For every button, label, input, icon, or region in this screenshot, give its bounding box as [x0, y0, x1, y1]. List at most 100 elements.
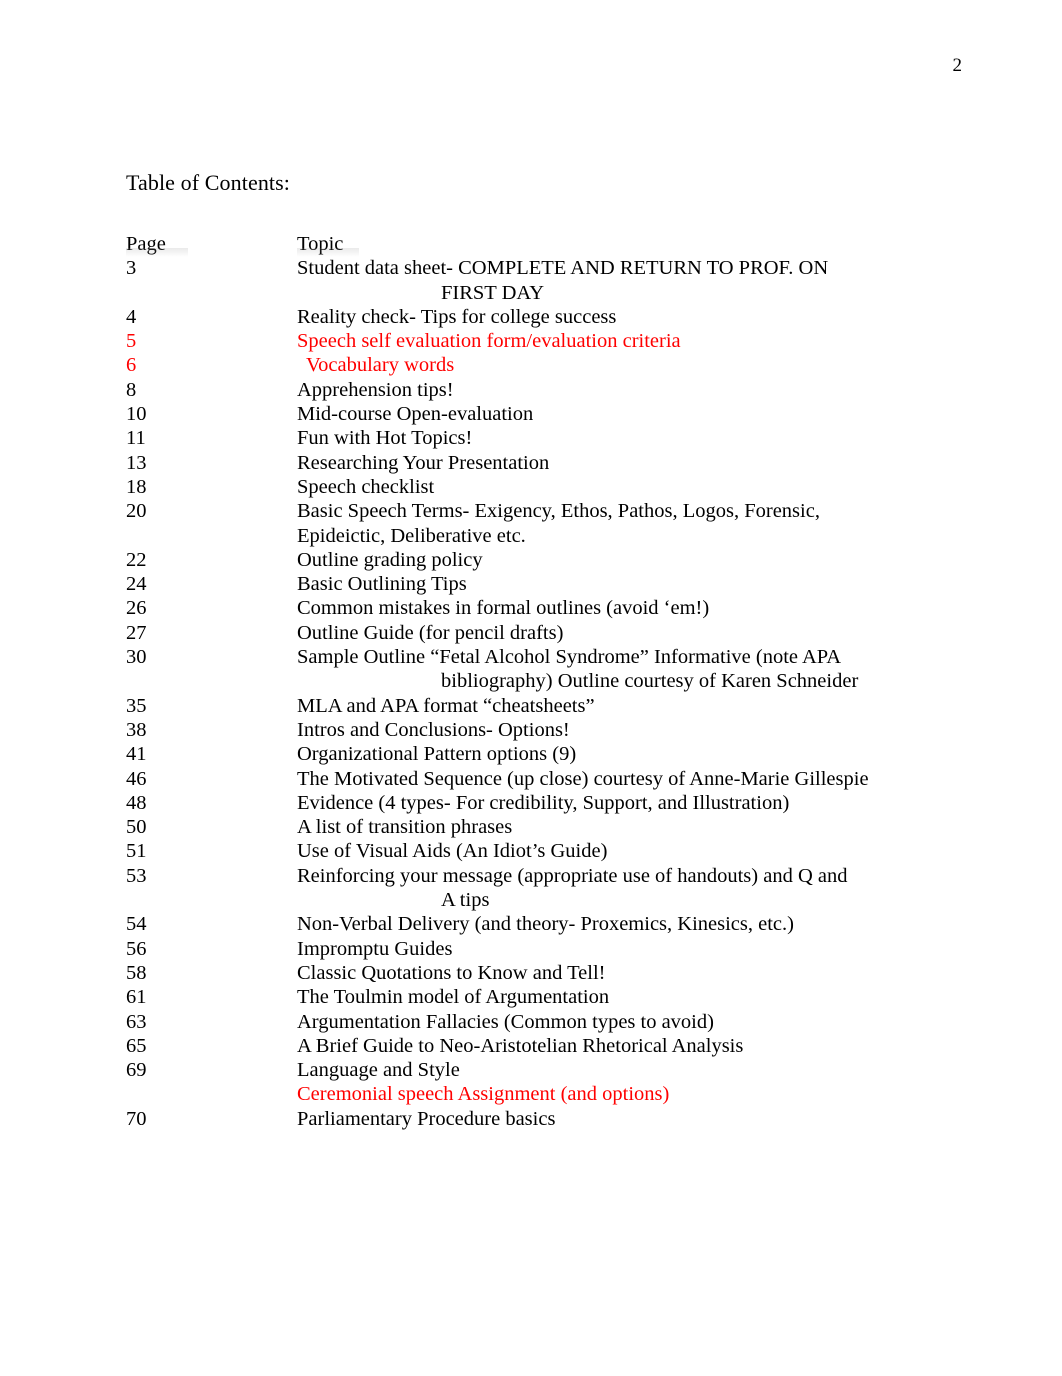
- toc-row: 20 Basic Speech Terms- Exigency, Ethos, P…: [126, 499, 986, 523]
- toc-row: 8 Apprehension tips!: [126, 378, 986, 402]
- toc-row: 13 Researching Your Presentation: [126, 451, 986, 475]
- toc-page-number: 54: [126, 913, 147, 936]
- toc-page-number-spacer: [126, 669, 297, 693]
- toc-row: 65 A Brief Guide to Neo-Aristotelian Rhet…: [126, 1034, 986, 1058]
- toc-row: 30 Sample Outline “Fetal Alcohol Syndrome…: [126, 645, 986, 669]
- toc-page-number: 22: [126, 548, 147, 571]
- toc-topic-continuation: A tips: [441, 889, 490, 912]
- toc-page-number-spacer: [126, 281, 297, 305]
- toc-topic: Common mistakes in formal outlines (avoi…: [297, 597, 710, 620]
- toc-row: 35 MLA and APA format “cheatsheets”: [126, 694, 986, 718]
- toc-page-number: 3: [126, 257, 137, 280]
- page-title: Table of Contents:: [126, 170, 291, 195]
- toc-topic: Apprehension tips!: [297, 378, 454, 401]
- document-page: 2 Table of Contents: Page Topic 3 Student…: [0, 0, 1062, 1376]
- toc-row: 54 Non-Verbal Delivery (and theory- Proxe…: [126, 912, 986, 936]
- toc-row: 53 Reinforcing your message (appropriate …: [126, 864, 986, 888]
- toc-row-continuation: Epideictic, Deliberative etc.: [126, 524, 986, 548]
- toc-page-number: 24: [126, 573, 147, 596]
- toc-page-number: 63: [126, 1010, 147, 1033]
- toc-page-number: 30: [126, 646, 147, 669]
- toc-page-number: 5: [126, 330, 137, 353]
- toc-topic: Reality check- Tips for college success: [297, 305, 617, 328]
- toc-row-continuation: A tips: [126, 888, 986, 912]
- toc-page-number: 70: [126, 1107, 147, 1130]
- toc-page-number: 41: [126, 743, 147, 766]
- toc-row: 48 Evidence (4 types- For credibility, Su…: [126, 791, 986, 815]
- toc-page-number: 11: [126, 427, 146, 450]
- toc-topic: Evidence (4 types- For credibility, Supp…: [297, 791, 790, 814]
- toc-topic: Mid-course Open-evaluation: [297, 403, 534, 426]
- toc-column-headers: Page Topic: [126, 232, 986, 258]
- toc-page-number: 48: [126, 791, 147, 814]
- toc-page-number: 38: [126, 718, 147, 741]
- toc-row: 22 Outline grading policy: [126, 548, 986, 572]
- toc-topic-continuation: bibliography) Outline courtesy of Karen …: [441, 670, 859, 693]
- toc-topic: A Brief Guide to Neo-Aristotelian Rhetor…: [297, 1034, 744, 1057]
- toc-row: 38 Intros and Conclusions- Options!: [126, 718, 986, 742]
- toc-page-number: 4: [126, 305, 137, 328]
- toc-page-number: 56: [126, 937, 147, 960]
- toc-row: 41 Organizational Pattern options (9): [126, 742, 986, 766]
- toc-page-number: 13: [126, 451, 147, 474]
- toc-topic: The Motivated Sequence (up close) courte…: [297, 767, 869, 790]
- toc-row: 6 Vocabulary words: [126, 353, 986, 377]
- toc-page-number-spacer: [126, 888, 297, 912]
- toc-page-number: 27: [126, 621, 147, 644]
- toc-topic: Student data sheet- COMPLETE AND RETURN …: [297, 257, 829, 280]
- toc-page-number: 65: [126, 1034, 147, 1057]
- toc-topic: Non-Verbal Delivery (and theory- Proxemi…: [297, 913, 794, 936]
- toc-topic: Ceremonial speech Assignment (and option…: [297, 1083, 670, 1106]
- toc-header-topic: Topic: [297, 232, 986, 258]
- toc-page-number: 50: [126, 816, 147, 839]
- toc-row: 5 Speech self evaluation form/evaluation …: [126, 329, 986, 353]
- toc-topic: Parliamentary Procedure basics: [297, 1107, 556, 1130]
- toc-row-continuation: bibliography) Outline courtesy of Karen …: [126, 669, 986, 693]
- toc-row: 10 Mid-course Open-evaluation: [126, 402, 986, 426]
- toc-header-page: Page: [126, 232, 297, 258]
- toc-page-number: 6: [126, 354, 137, 377]
- toc-topic: Intros and Conclusions- Options!: [297, 718, 570, 741]
- page-content: Table of Contents: Page Topic 3 Student d…: [126, 170, 986, 1131]
- toc-page-number: 53: [126, 864, 147, 887]
- toc-topic: Argumentation Fallacies (Common types to…: [297, 1010, 714, 1033]
- toc-topic: Researching Your Presentation: [297, 451, 550, 474]
- toc-row: 3 Student data sheet- COMPLETE AND RETURN…: [126, 256, 986, 280]
- toc-row: 56 Impromptu Guides: [126, 937, 986, 961]
- toc-page-number: 10: [126, 403, 147, 426]
- toc-row: Ceremonial speech Assignment (and option…: [126, 1082, 986, 1106]
- toc-page-number: 35: [126, 694, 147, 717]
- toc-topic: Outline Guide (for pencil drafts): [297, 621, 564, 644]
- toc-row: 4 Reality check- Tips for college success: [126, 305, 986, 329]
- toc-row: 69 Language and Style: [126, 1058, 986, 1082]
- toc-topic: Basic Outlining Tips: [297, 573, 467, 596]
- toc-topic: Classic Quotations to Know and Tell!: [297, 961, 606, 984]
- toc-entries: 3 Student data sheet- COMPLETE AND RETURN…: [126, 256, 986, 1131]
- toc-topic: The Toulmin model of Argumentation: [297, 986, 610, 1009]
- toc-row: 26 Common mistakes in formal outlines (av…: [126, 596, 986, 620]
- toc-row: 24 Basic Outlining Tips: [126, 572, 986, 596]
- toc-topic: Speech self evaluation form/evaluation c…: [297, 330, 681, 353]
- toc-topic-continuation: FIRST DAY: [441, 281, 545, 304]
- toc-row: 58 Classic Quotations to Know and Tell!: [126, 961, 986, 985]
- toc-topic: Organizational Pattern options (9): [297, 743, 577, 766]
- page-number: 2: [952, 55, 963, 76]
- toc-topic: Basic Speech Terms- Exigency, Ethos, Pat…: [297, 500, 820, 523]
- toc-topic: Language and Style: [297, 1059, 460, 1082]
- toc-page-number: 69: [126, 1059, 147, 1082]
- toc-topic: Speech checklist: [297, 475, 435, 498]
- toc-page-number-spacer: [126, 524, 297, 548]
- toc-row: 50 A list of transition phrases: [126, 815, 986, 839]
- toc-topic-continuation: Epideictic, Deliberative etc.: [297, 524, 526, 547]
- toc-topic: Reinforcing your message (appropriate us…: [297, 864, 848, 887]
- toc-page-number: 58: [126, 961, 147, 984]
- toc-topic: A list of transition phrases: [297, 816, 513, 839]
- toc-topic: Use of Visual Aids (An Idiot’s Guide): [297, 840, 608, 863]
- toc-page-number: 8: [126, 378, 137, 401]
- table-of-contents: Page Topic 3 Student data sheet- COMPLETE…: [126, 232, 986, 1131]
- toc-page-number: 46: [126, 767, 147, 790]
- toc-row: 70 Parliamentary Procedure basics: [126, 1107, 986, 1131]
- toc-topic: Outline grading policy: [297, 548, 483, 571]
- toc-row: 27 Outline Guide (for pencil drafts): [126, 621, 986, 645]
- toc-row: 63 Argumentation Fallacies (Common types …: [126, 1010, 986, 1034]
